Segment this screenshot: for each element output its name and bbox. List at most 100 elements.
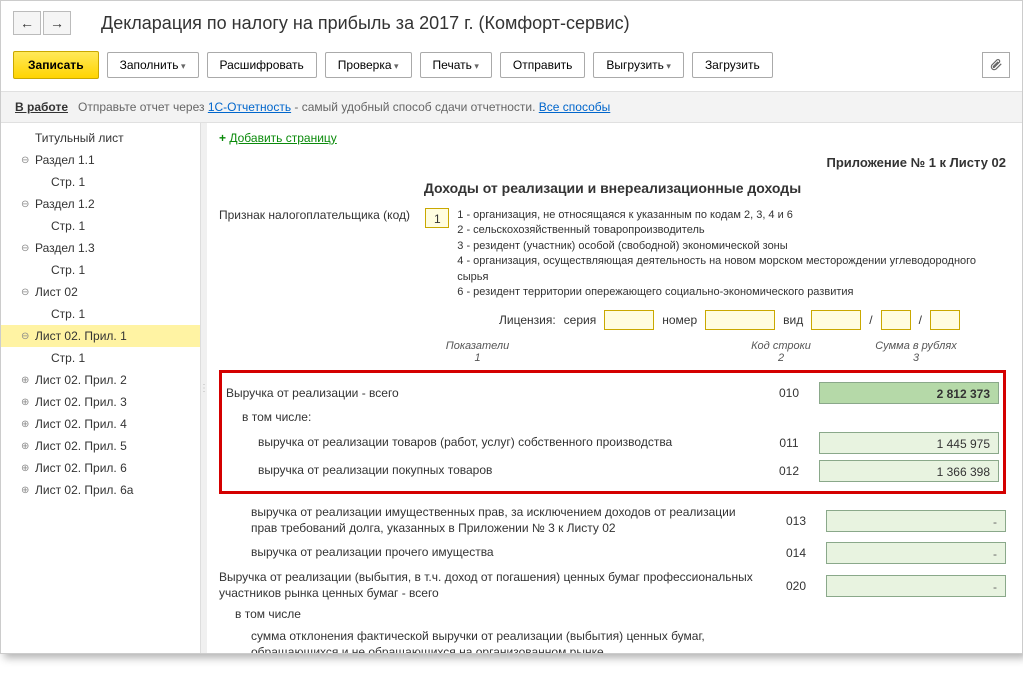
value-input[interactable]: 2 812 373 <box>819 382 999 404</box>
value-input[interactable]: 1 366 398 <box>819 460 999 482</box>
content: + Добавить страницу Приложение № 1 к Лис… <box>207 123 1022 653</box>
license-nomer-input[interactable] <box>705 310 775 330</box>
collapse-icon[interactable]: ⊖ <box>21 331 33 342</box>
appendix-title: Приложение № 1 к Листу 02 <box>219 155 1006 170</box>
tree-item[interactable]: ⊖Раздел 1.1 <box>1 149 200 171</box>
tree-item[interactable]: ⊖Раздел 1.3 <box>1 237 200 259</box>
collapse-icon[interactable]: ⊖ <box>21 199 33 210</box>
license-seria-label: серия <box>564 313 597 327</box>
tree-item-label: Стр. 1 <box>51 219 85 233</box>
status-text: Отправьте отчет через 1С-Отчетность - са… <box>78 100 610 114</box>
table-row: в том числе: <box>226 407 999 429</box>
tree-item[interactable]: ⊕Лист 02. Прил. 2 <box>1 369 200 391</box>
send-button[interactable]: Отправить <box>500 52 586 78</box>
row-label: выручка от реализации товаров (работ, ус… <box>226 435 759 451</box>
license-sub2-input[interactable] <box>930 310 960 330</box>
export-button[interactable]: Выгрузить <box>593 52 684 78</box>
nav-buttons: ← → <box>13 11 71 35</box>
tree-item-label: Лист 02. Прил. 6а <box>35 483 133 497</box>
row-label: Выручка от реализации - всего <box>226 386 759 402</box>
collapse-icon[interactable]: ⊖ <box>21 155 33 166</box>
tree-item-label: Лист 02. Прил. 4 <box>35 417 127 431</box>
table-row: Выручка от реализации - всего0102 812 37… <box>226 379 999 407</box>
row-label: в том числе: <box>226 410 759 426</box>
tree-item-label: Стр. 1 <box>51 351 85 365</box>
value-input[interactable] <box>826 542 1006 564</box>
tree-item[interactable]: Стр. 1 <box>1 215 200 237</box>
row-code: 012 <box>759 464 819 478</box>
license-seria-input[interactable] <box>604 310 654 330</box>
expand-icon[interactable]: ⊕ <box>21 463 33 474</box>
tree-item-label: Стр. 1 <box>51 307 85 321</box>
status-active[interactable]: В работе <box>15 100 68 114</box>
tree-item[interactable]: ⊕Лист 02. Прил. 4 <box>1 413 200 435</box>
row-label: выручка от реализации имущественных прав… <box>219 505 766 536</box>
value-input[interactable] <box>826 510 1006 532</box>
forward-button[interactable]: → <box>43 11 71 35</box>
row-label: сумма отклонения фактической выручки от … <box>219 629 766 653</box>
expand-icon[interactable]: ⊕ <box>21 485 33 496</box>
license-sub1-input[interactable] <box>881 310 911 330</box>
table-header: Показатели1 Код строки2 Сумма в рублях3 <box>219 340 1006 364</box>
section-title: Доходы от реализации и внереализационные… <box>219 180 1006 196</box>
row-code: 013 <box>766 514 826 528</box>
taxpayer-code-input[interactable]: 1 <box>425 208 449 228</box>
taxpayer-label: Признак налогоплательщика (код) <box>219 208 417 222</box>
license-vid-label: вид <box>783 313 803 327</box>
value-input[interactable]: 1 445 975 <box>819 432 999 454</box>
fill-button[interactable]: Заполнить <box>107 52 199 78</box>
plus-icon: + <box>219 131 226 145</box>
link-all-methods[interactable]: Все способы <box>539 100 611 114</box>
highlighted-rows: Выручка от реализации - всего0102 812 37… <box>219 370 1006 494</box>
import-button[interactable]: Загрузить <box>692 52 773 78</box>
back-button[interactable]: ← <box>13 11 41 35</box>
value-input[interactable] <box>826 575 1006 597</box>
row-label: выручка от реализации прочего имущества <box>219 545 766 561</box>
check-button[interactable]: Проверка <box>325 52 412 78</box>
attach-icon[interactable] <box>982 52 1010 78</box>
tree-item[interactable]: Стр. 1 <box>1 347 200 369</box>
page-title: Декларация по налогу на прибыль за 2017 … <box>101 13 630 34</box>
row-code: 014 <box>766 546 826 560</box>
tree-item[interactable]: ⊖Раздел 1.2 <box>1 193 200 215</box>
table-row: выручка от реализации прочего имущества0… <box>219 539 1006 567</box>
tree-item[interactable]: ⊕Лист 02. Прил. 3 <box>1 391 200 413</box>
save-button[interactable]: Записать <box>13 51 99 79</box>
tree-item[interactable]: ⊕Лист 02. Прил. 5 <box>1 435 200 457</box>
tree-item[interactable]: ⊕Лист 02. Прил. 6 <box>1 457 200 479</box>
link-1c[interactable]: 1С-Отчетность <box>208 100 291 114</box>
expand-icon[interactable]: ⊕ <box>21 397 33 408</box>
tree-item-label: Лист 02 <box>35 285 78 299</box>
code-description: 1 - организация, не относящаяся к указан… <box>457 208 1006 300</box>
app-window: ← → Декларация по налогу на прибыль за 2… <box>0 0 1023 654</box>
tree-item[interactable]: Стр. 1 <box>1 171 200 193</box>
collapse-icon[interactable]: ⊖ <box>21 287 33 298</box>
row-code: 011 <box>759 436 819 450</box>
explain-button[interactable]: Расшифровать <box>207 52 317 78</box>
license-nomer-label: номер <box>662 313 697 327</box>
status-bar: В работе Отправьте отчет через 1С-Отчетн… <box>1 91 1022 123</box>
tree-item[interactable]: ⊖Лист 02 <box>1 281 200 303</box>
table-row: выручка от реализации имущественных прав… <box>219 502 1006 539</box>
tree-item[interactable]: ⊖Лист 02. Прил. 1 <box>1 325 200 347</box>
collapse-icon[interactable]: ⊖ <box>21 243 33 254</box>
add-page-link[interactable]: + Добавить страницу <box>219 131 1006 145</box>
sidebar: Титульный лист⊖Раздел 1.1Стр. 1⊖Раздел 1… <box>1 123 201 653</box>
toolbar: Записать Заполнить Расшифровать Проверка… <box>1 45 1022 91</box>
row-label: выручка от реализации покупных товаров <box>226 463 759 479</box>
tree-item[interactable]: Стр. 1 <box>1 259 200 281</box>
tree-item[interactable]: Титульный лист <box>1 127 200 149</box>
tree-item[interactable]: ⊕Лист 02. Прил. 6а <box>1 479 200 501</box>
taxpayer-row: Признак налогоплательщика (код) 1 1 - ор… <box>219 208 1006 300</box>
row-code: 020 <box>766 579 826 593</box>
expand-icon[interactable]: ⊕ <box>21 441 33 452</box>
expand-icon[interactable]: ⊕ <box>21 419 33 430</box>
tree-item-label: Лист 02. Прил. 2 <box>35 373 127 387</box>
table-row: сумма отклонения фактической выручки от … <box>219 626 1006 653</box>
tree-item-label: Лист 02. Прил. 6 <box>35 461 127 475</box>
print-button[interactable]: Печать <box>420 52 492 78</box>
tree-item[interactable]: Стр. 1 <box>1 303 200 325</box>
expand-icon[interactable]: ⊕ <box>21 375 33 386</box>
license-vid-input[interactable] <box>811 310 861 330</box>
header: ← → Декларация по налогу на прибыль за 2… <box>1 1 1022 45</box>
